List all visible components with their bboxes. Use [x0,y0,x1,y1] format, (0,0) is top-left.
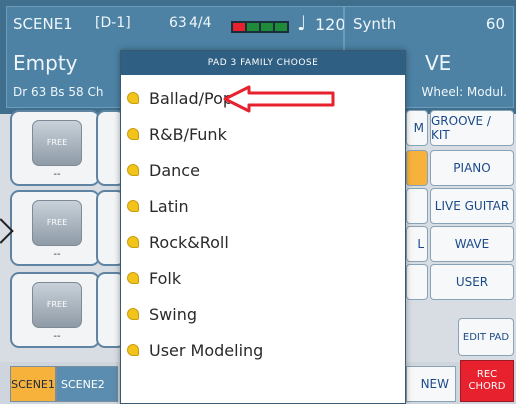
beat-indicator [231,21,289,33]
family-bullet-icon [127,92,139,104]
family-item-latin[interactable]: Latin [127,191,397,221]
pad-value: -- [53,169,61,180]
chord-label: CHORD [468,381,506,392]
tempo-number: 63 [169,15,187,31]
family-item-label: Ballad/Pop [149,88,234,108]
family-bullet-icon [127,236,139,248]
family-item-rock-roll[interactable]: Rock&Roll [127,227,397,257]
track-info-row: Dr 63 Bs 58 Ch [13,85,104,99]
family-bullet-icon [127,164,139,176]
quarter-note-icon: ♩ [297,11,307,35]
sound-title: VE [425,51,452,75]
groove-kit-button[interactable]: GROOVE / KIT [430,110,514,146]
family-item-label: R&B/Funk [149,124,227,144]
pad-4[interactable]: FREE -- [10,190,100,266]
scene-name: SCENE1 [13,15,73,33]
dialog-title: PAD 3 FAMILY CHOOSE [121,51,405,75]
beat-indicator-segment [247,23,259,31]
sound-number: 60 [485,15,505,33]
family-item-user-modeling[interactable]: User Modeling [127,335,397,365]
wheel-label: Wheel: Modul. [421,85,508,99]
bpm-value: 120 [315,15,346,34]
family-item-label: Folk [149,268,182,288]
screen: SCENE1 [D-1] 63 4/4 ♩ 120 Empty Dr 63 Bs… [0,0,516,404]
family-item-label: Dance [149,160,200,180]
new-button[interactable]: NEW [406,366,456,402]
beat-indicator-segment [275,23,287,31]
mid-button-1[interactable]: M [406,110,428,146]
song-name: Empty [13,51,78,75]
family-item-label: Latin [149,196,189,216]
pad-label: FREE [46,218,68,227]
family-item-label: Rock&Roll [149,232,229,252]
family-item-dance[interactable]: Dance [127,155,397,185]
time-signature: 4/4 [189,15,212,31]
user-button[interactable]: USER [430,264,514,300]
mid-button-2[interactable] [406,150,428,186]
scene2-tab[interactable]: SCENE2 [56,366,118,402]
pad-label: FREE [46,300,68,309]
family-item-folk[interactable]: Folk [127,263,397,293]
pad-family-dialog: PAD 3 FAMILY CHOOSE Ballad/Pop R&B/Funk … [120,50,406,404]
pad-value: -- [53,331,61,342]
rec-label: REC [476,369,498,380]
family-bullet-icon [127,128,139,140]
mid-button-4[interactable]: L [406,226,428,262]
pad-label: FREE [46,138,68,147]
beat-indicator-segment [233,23,245,31]
scene1-tab[interactable]: SCENE1 [10,366,56,402]
family-bullet-icon [127,308,139,320]
pad-1[interactable]: FREE -- [10,110,100,186]
live-guitar-button[interactable]: LIVE GUITAR [430,188,514,224]
edit-pad-button[interactable]: EDIT PAD [458,318,514,356]
mid-button-3[interactable] [406,188,428,224]
pad-value: -- [53,249,61,260]
family-item-label: User Modeling [149,340,264,360]
variation-label: [D-1] [95,15,131,31]
wave-button[interactable]: WAVE [430,226,514,262]
family-item-rnb-funk[interactable]: R&B/Funk [127,119,397,149]
sound-category: Synth [353,15,397,33]
mid-button-5[interactable] [406,264,428,300]
family-bullet-icon [127,200,139,212]
callout-arrow-icon [223,85,335,113]
beat-indicator-segment [261,23,273,31]
family-item-swing[interactable]: Swing [127,299,397,329]
pad-7[interactable]: FREE -- [10,272,100,348]
family-item-label: Swing [149,304,197,324]
family-bullet-icon [127,272,139,284]
family-bullet-icon [127,344,139,356]
rec-chord-button[interactable]: REC CHORD [460,360,514,402]
piano-button[interactable]: PIANO [430,150,514,186]
